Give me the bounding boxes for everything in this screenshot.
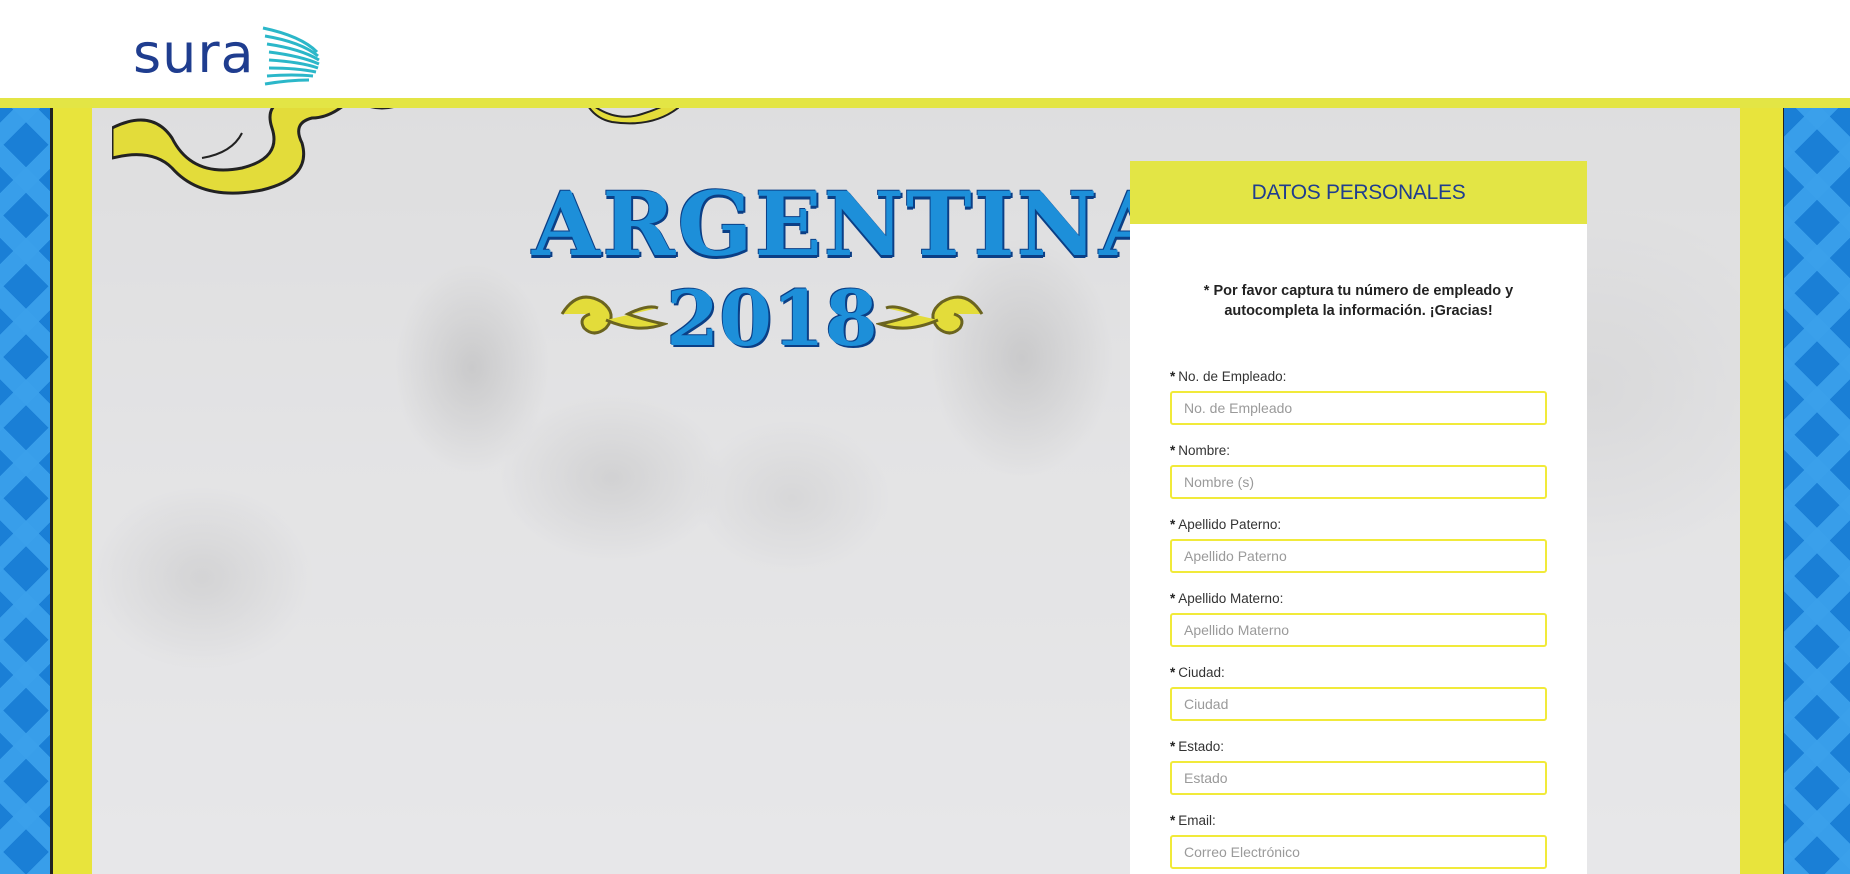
field-email: * Email: [1170,812,1547,869]
title-text: ARGENTINA [532,172,1170,276]
state-input[interactable] [1170,761,1547,795]
paternal-surname-input[interactable] [1170,539,1547,573]
email-input[interactable] [1170,835,1547,869]
paternal-surname-label: * Apellido Paterno: [1170,517,1282,532]
form-instructions: * Por favor captura tu número de emplead… [1160,281,1557,321]
sura-logo[interactable]: sura [133,22,323,92]
field-city: * Ciudad: [1170,664,1547,721]
field-first-name: * Nombre: [1170,442,1547,499]
field-state: * Estado: [1170,738,1547,795]
field-employee-number: * No. de Empleado: [1170,368,1547,425]
right-pattern-border [1784,108,1850,874]
maternal-surname-label: * Apellido Materno: [1170,591,1284,606]
employee-number-label: * No. de Empleado: [1170,369,1287,384]
field-paternal-surname: * Apellido Paterno: [1170,516,1547,573]
email-label: * Email: [1170,813,1216,828]
background-photo: ARGENTINA 2018 DATOS PERSONALES * Por fa… [92,108,1740,874]
left-yellow-frame [50,108,92,874]
left-pattern-border [0,108,52,874]
top-ornament-icon [588,108,679,125]
scroll-ornament-right-icon [876,295,984,335]
first-name-label: * Nombre: [1170,443,1231,458]
city-label: * Ciudad: [1170,665,1225,680]
employee-number-input[interactable] [1170,391,1547,425]
event-title: ARGENTINA 2018 [532,172,1170,374]
form-heading: DATOS PERSONALES [1130,161,1587,224]
header-accent-bar [0,98,1850,108]
logo-wordmark: sura [133,22,255,85]
city-input[interactable] [1170,687,1547,721]
maternal-surname-input[interactable] [1170,613,1547,647]
form-instructions-line2: autocompleta la información. ¡Gracias! [1224,303,1493,319]
logo-fan-icon [262,26,320,86]
state-label: * Estado: [1170,739,1225,754]
hero-stage: ARGENTINA 2018 DATOS PERSONALES * Por fa… [0,108,1850,874]
first-name-input[interactable] [1170,465,1547,499]
site-header: sura [0,0,1850,98]
right-yellow-frame [1740,108,1786,874]
scroll-ornament-left-icon [560,295,668,335]
personal-data-form: DATOS PERSONALES * Por favor captura tu … [1130,161,1587,874]
corner-ornament-icon [112,108,394,195]
field-maternal-surname: * Apellido Materno: [1170,590,1547,647]
form-instructions-line1: * Por favor captura tu número de emplead… [1203,283,1514,299]
